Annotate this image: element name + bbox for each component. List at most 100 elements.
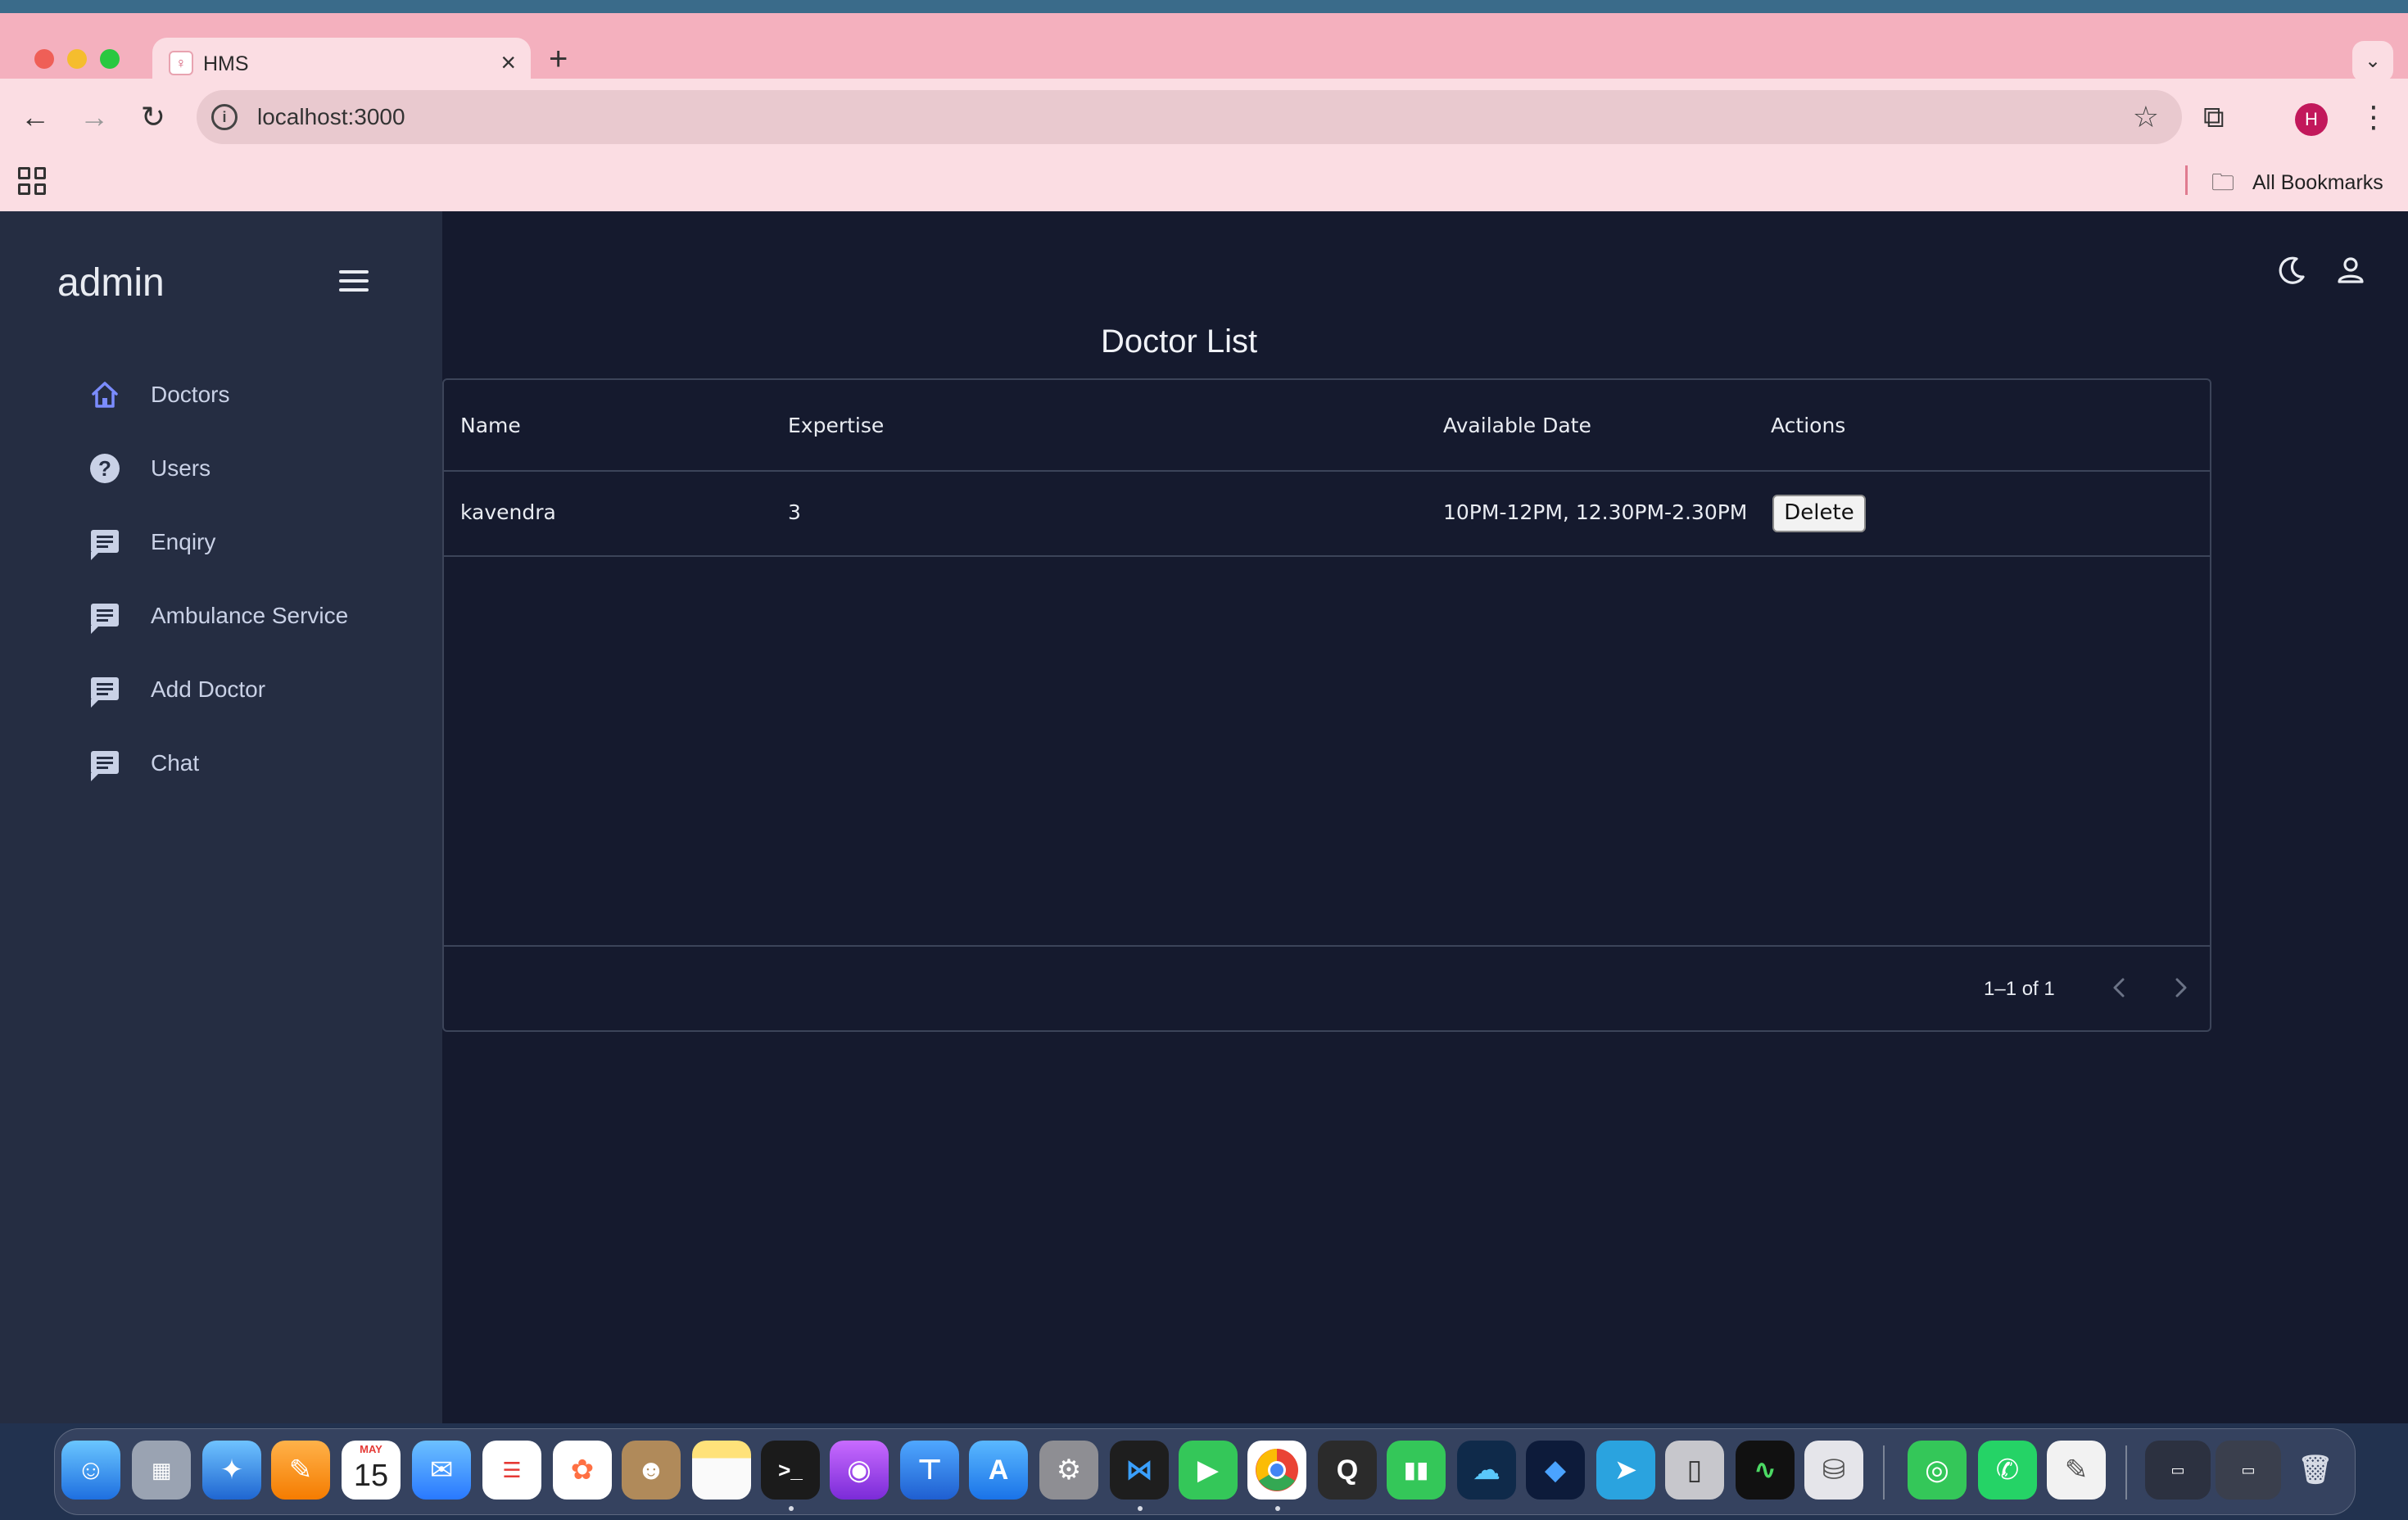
column-header-expertise[interactable]: Expertise [788, 413, 884, 439]
dark-mode-moon-icon[interactable] [2274, 252, 2310, 288]
sidebar-item-label: Chat [151, 750, 200, 776]
next-page-chevron-right-icon[interactable] [2162, 970, 2198, 1006]
chrome-icon[interactable] [1247, 1441, 1306, 1500]
column-header-name[interactable]: Name [460, 413, 521, 439]
terminal-running-dot [789, 1506, 794, 1511]
table-row[interactable]: kavendra 3 10PM-12PM, 12.30PM-2.30PM Del… [444, 472, 2210, 557]
calendar-day: 15 [353, 1459, 389, 1493]
photos-icon[interactable]: ✿ [553, 1441, 612, 1500]
table-footer: 1–1 of 1 [444, 945, 2210, 1032]
cell-expertise: 3 [788, 500, 801, 524]
bookmarks-bar: 🗀 All Bookmarks [0, 156, 2408, 211]
find-my-icon[interactable]: ◎ [1908, 1441, 1967, 1500]
sidebar-item-add-doctor[interactable]: Add Doctor [0, 654, 442, 727]
cloud-app-icon[interactable]: ☁ [1457, 1441, 1516, 1500]
column-header-available-date[interactable]: Available Date [1443, 413, 1591, 439]
pagination-count: 1–1 of 1 [1984, 978, 2055, 1000]
help-icon: ? [88, 452, 121, 485]
disk-utility-icon[interactable]: ⛁ [1804, 1441, 1863, 1500]
macos-dock: ☺ ▦ ✦ ✎ MAY 15 ✉ ☰ ✿ ☻ >_ ◉ ⊤ A ⚙ ⋈ ▶ Q … [54, 1428, 2356, 1515]
iphone-mirroring-icon[interactable]: ▯ [1665, 1441, 1724, 1500]
previous-page-chevron-left-icon[interactable] [2102, 970, 2138, 1006]
finder-icon[interactable]: ☺ [61, 1441, 120, 1500]
sidebar-item-label: Add Doctor [151, 676, 266, 702]
launchpad-icon[interactable]: ▦ [132, 1441, 191, 1500]
sidebar-item-label: Doctors [151, 382, 230, 407]
numbers-icon[interactable]: ▮▮ [1387, 1441, 1446, 1500]
cell-available-date: 10PM-12PM, 12.30PM-2.30PM [1443, 500, 1748, 524]
terminal-icon[interactable]: >_ [761, 1441, 820, 1500]
calendar-month: MAY [360, 1443, 382, 1455]
minimized-window-thumbnail[interactable]: ▭ [2216, 1441, 2281, 1500]
dock-separator [1883, 1445, 1885, 1500]
activity-monitor-icon[interactable]: ∿ [1736, 1441, 1795, 1500]
url-text[interactable]: localhost:3000 [257, 103, 405, 131]
shortcuts-icon[interactable]: ◆ [1526, 1441, 1585, 1500]
window-close-button[interactable] [34, 49, 54, 69]
podcasts-icon[interactable]: ◉ [830, 1441, 889, 1500]
minimized-window-thumbnail[interactable]: ▭ [2145, 1441, 2211, 1500]
browser-toolbar: ← → ↻ i localhost:3000 ☆ ⧉ H ⋮ [0, 79, 2408, 156]
contacts-icon[interactable]: ☻ [622, 1441, 681, 1500]
back-arrow-icon[interactable]: ← [15, 97, 56, 138]
trash-icon[interactable]: 🗑 [2286, 1441, 2345, 1500]
sidebar-item-label: Users [151, 455, 211, 481]
system-settings-gear-icon[interactable]: ⚙ [1039, 1441, 1098, 1500]
vscode-icon[interactable]: ⋈ [1110, 1441, 1169, 1500]
tab-search-chevron-down-icon[interactable]: ⌄ [2352, 41, 2393, 82]
browser-menu-icon[interactable]: ⋮ [2359, 97, 2388, 138]
sidebar-item-ambulance-service[interactable]: Ambulance Service [0, 580, 442, 654]
reminders-icon[interactable]: ☰ [482, 1441, 541, 1500]
sidebar-item-enqiry[interactable]: Enqiry [0, 506, 442, 580]
page-title: Doctor List [1101, 323, 1258, 360]
chat-icon [88, 599, 121, 634]
sidebar-item-label: Ambulance Service [151, 603, 349, 628]
site-info-icon[interactable]: i [211, 104, 238, 130]
window-zoom-button[interactable] [100, 49, 120, 69]
doctor-data-grid: Name Expertise Available Date Actions ka… [442, 378, 2211, 1032]
account-person-icon[interactable] [2333, 252, 2369, 288]
facetime-icon[interactable]: ▶ [1179, 1441, 1238, 1500]
address-bar[interactable]: i localhost:3000 ☆ [197, 90, 2182, 144]
safari-icon[interactable]: ✦ [202, 1441, 261, 1500]
textedit-icon[interactable]: ✎ [2047, 1441, 2106, 1500]
reload-icon[interactable]: ↻ [133, 97, 174, 138]
whatsapp-icon[interactable]: ✆ [1978, 1441, 2037, 1500]
tab-close-icon[interactable]: × [500, 48, 516, 77]
keynote-icon[interactable]: ⊤ [900, 1441, 959, 1500]
apps-grid-icon[interactable] [18, 167, 46, 195]
telegram-icon[interactable]: ➤ [1596, 1441, 1655, 1500]
brand-title: admin [57, 261, 165, 305]
pages-icon[interactable]: ✎ [271, 1441, 330, 1500]
sidebar-item-users[interactable]: ? Users [0, 432, 442, 506]
profile-avatar[interactable]: H [2295, 103, 2328, 136]
delete-button[interactable]: Delete [1772, 495, 1866, 532]
chrome-running-dot [1275, 1506, 1280, 1511]
notes-icon[interactable] [692, 1441, 751, 1500]
mail-icon[interactable]: ✉ [412, 1441, 471, 1500]
window-minimize-button[interactable] [67, 49, 87, 69]
calendar-icon[interactable]: MAY 15 [342, 1441, 401, 1500]
cell-name: kavendra [460, 500, 556, 524]
chat-icon [88, 747, 121, 781]
sidebar-item-doctors[interactable]: Doctors [0, 359, 442, 432]
app-root: admin Doctors ? Users Enqiry Ambulance S… [0, 211, 2408, 1423]
all-bookmarks-button[interactable]: All Bookmarks [2252, 169, 2383, 197]
dock-separator [2125, 1445, 2127, 1500]
bookmarks-divider [2185, 165, 2188, 195]
bookmark-star-icon[interactable]: ☆ [2133, 100, 2159, 134]
sidebar: admin Doctors ? Users Enqiry Ambulance S… [0, 211, 442, 1423]
quicktime-icon[interactable]: Q [1318, 1441, 1377, 1500]
hamburger-menu-icon[interactable] [339, 270, 369, 295]
sidebar-nav: Doctors ? Users Enqiry Ambulance Service [0, 359, 442, 801]
new-tab-button[interactable]: + [549, 41, 568, 77]
chat-icon [88, 673, 121, 708]
column-header-actions[interactable]: Actions [1771, 413, 1845, 439]
tab-favicon-icon: ♀ [169, 51, 193, 75]
forward-arrow-icon[interactable]: → [74, 97, 115, 138]
extensions-puzzle-icon[interactable]: ⧉ [2203, 97, 2225, 138]
sidebar-item-chat[interactable]: Chat [0, 727, 442, 801]
app-store-icon[interactable]: A [969, 1441, 1028, 1500]
desktop-wallpaper-strip [0, 0, 2408, 13]
sidebar-item-label: Enqiry [151, 529, 216, 554]
